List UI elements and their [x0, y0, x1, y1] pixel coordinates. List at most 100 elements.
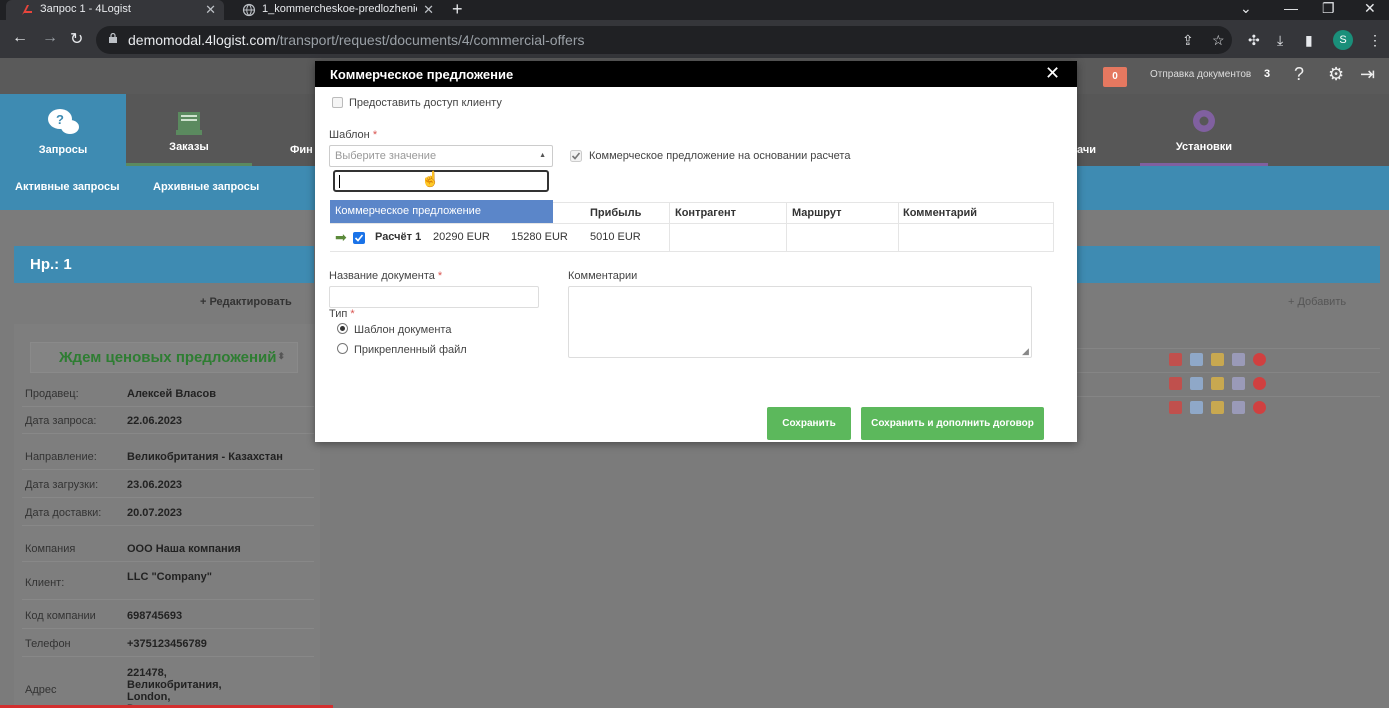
minimize-icon[interactable]: —: [1284, 0, 1298, 16]
info-row: Код компании 698745693: [22, 603, 314, 629]
info-value: 23.06.2023: [127, 479, 183, 491]
tab-search-icon[interactable]: ⌄: [1240, 0, 1252, 17]
profile-avatar[interactable]: S: [1333, 30, 1353, 50]
browser-tab-active[interactable]: Запрос 1 - 4Logist ✕: [6, 0, 224, 20]
calc-name: Расчёт 1: [375, 231, 422, 243]
nav-requests[interactable]: ? Запросы: [0, 94, 126, 166]
image-icon[interactable]: [1211, 401, 1224, 414]
lock-icon: [109, 33, 117, 43]
menu-dots-icon[interactable]: ⋮: [1368, 32, 1382, 49]
info-label: Дата доставки:: [25, 507, 102, 519]
resize-handle-icon[interactable]: ◢: [1022, 346, 1029, 357]
edit-icon[interactable]: [1232, 401, 1245, 414]
edit-button[interactable]: + Редактировать: [200, 296, 292, 308]
delete-icon[interactable]: [1253, 353, 1266, 366]
add-button[interactable]: + Добавить: [1288, 296, 1346, 308]
calc-value: 20290 EUR: [433, 231, 490, 243]
info-label: Направление:: [25, 451, 97, 463]
mail-icon[interactable]: [1190, 353, 1203, 366]
forward-icon[interactable]: →: [42, 29, 58, 47]
documents-label[interactable]: Отправка документов: [1150, 69, 1251, 80]
info-value: LLC "Company": [127, 571, 212, 583]
dropdown-option[interactable]: Коммерческое предложение: [330, 200, 553, 223]
nav-orders-label: Заказы: [169, 141, 209, 153]
info-row: Направление: Великобритания - Казахстан: [22, 444, 314, 470]
nav-finance[interactable]: Фин: [252, 94, 315, 166]
close-icon[interactable]: ✕: [1045, 64, 1060, 82]
image-icon[interactable]: [1211, 353, 1224, 366]
client-access-label: Предоставить доступ клиенту: [349, 97, 502, 109]
delete-icon[interactable]: [1253, 377, 1266, 390]
template-select[interactable]: Выберите значение ▲: [329, 145, 553, 167]
table-header: Маршрут: [792, 207, 842, 219]
tab-close-icon[interactable]: ✕: [205, 2, 216, 18]
table-col-divider: [669, 202, 670, 251]
pdf-icon[interactable]: [1169, 401, 1182, 414]
back-icon[interactable]: ←: [12, 29, 28, 47]
tab-close-icon[interactable]: ✕: [423, 2, 434, 18]
tab-archive-requests[interactable]: Архивные запросы: [153, 181, 259, 193]
pdf-icon[interactable]: [1169, 353, 1182, 366]
row-actions: [1169, 401, 1266, 414]
info-value: Алексей Власов: [127, 388, 216, 400]
request-title: Нр.: 1: [14, 246, 314, 283]
extensions-icon[interactable]: ✣: [1248, 32, 1260, 49]
nav-settings[interactable]: Установки: [1140, 94, 1268, 166]
download-icon[interactable]: ⤓: [1277, 32, 1283, 49]
info-value: 22.06.2023: [127, 415, 183, 427]
pdf-icon[interactable]: [1169, 377, 1182, 390]
status-select[interactable]: Ждем ценовых предложений ⬍: [30, 342, 298, 373]
tab-active-requests[interactable]: Активные запросы: [15, 181, 119, 193]
delete-icon[interactable]: [1253, 401, 1266, 414]
table-header: Контрагент: [675, 207, 737, 219]
comments-textarea[interactable]: [568, 286, 1032, 358]
reload-icon[interactable]: ↻: [70, 29, 83, 49]
required-mark: *: [437, 270, 443, 282]
nav-requests-label: Запросы: [38, 144, 88, 156]
help-icon[interactable]: ?: [1294, 64, 1304, 85]
info-value: 698745693: [127, 610, 183, 622]
logout-icon[interactable]: ⇥: [1360, 64, 1375, 85]
nav-finance-label: Фин: [290, 144, 313, 156]
restore-icon[interactable]: ❐: [1322, 0, 1335, 17]
image-icon[interactable]: [1211, 377, 1224, 390]
info-label: Компания: [25, 543, 76, 555]
table-border-bottom: [330, 251, 1054, 252]
calc-based-checkbox[interactable]: [570, 150, 582, 162]
dropdown-search-input[interactable]: [333, 170, 549, 192]
share-icon[interactable]: ⇪: [1182, 32, 1194, 49]
4logist-logo-icon: [22, 5, 32, 15]
type-file-radio[interactable]: [337, 343, 348, 354]
sidepanel-icon[interactable]: ▮: [1305, 32, 1313, 49]
type-template-radio[interactable]: [337, 323, 348, 334]
table-col-divider: [1053, 202, 1054, 251]
documents-count: 3: [1264, 68, 1271, 80]
info-label: Клиент:: [25, 577, 65, 589]
close-window-icon[interactable]: ✕: [1364, 0, 1376, 17]
required-mark: *: [372, 129, 378, 141]
url-host: demomodal.4logist.com: [128, 32, 276, 48]
calc-row-checkbox[interactable]: [353, 232, 365, 244]
settings-doc-icon[interactable]: ⚙: [1328, 64, 1344, 85]
bookmark-star-icon[interactable]: ☆: [1212, 32, 1225, 49]
new-tab-button[interactable]: +: [452, 0, 463, 18]
save-button[interactable]: Сохранить: [767, 407, 851, 440]
info-value: Великобритания - Казахстан: [127, 451, 283, 463]
save-and-contract-button[interactable]: Сохранить и дополнить договор: [861, 407, 1044, 440]
row-actions: [1169, 353, 1266, 366]
client-access-checkbox[interactable]: [332, 97, 343, 108]
mail-icon[interactable]: [1190, 401, 1203, 414]
nav-orders[interactable]: Заказы: [126, 94, 252, 166]
edit-icon[interactable]: [1232, 377, 1245, 390]
notification-badge[interactable]: 0: [1103, 67, 1127, 87]
info-row: Дата загрузки: 23.06.2023: [22, 472, 314, 498]
mail-icon[interactable]: [1190, 377, 1203, 390]
info-label: Телефон: [25, 638, 71, 650]
info-value: +375123456789: [127, 638, 207, 650]
nav-tasks[interactable]: ачи: [1077, 94, 1140, 166]
doc-name-input[interactable]: [329, 286, 539, 308]
browser-tab-inactive[interactable]: 1_kommercheskoe-predlozhenie ✕: [228, 0, 442, 20]
add-label: Добавить: [1297, 296, 1347, 308]
modal-title: Коммерческое предложение: [330, 67, 514, 82]
edit-icon[interactable]: [1232, 353, 1245, 366]
